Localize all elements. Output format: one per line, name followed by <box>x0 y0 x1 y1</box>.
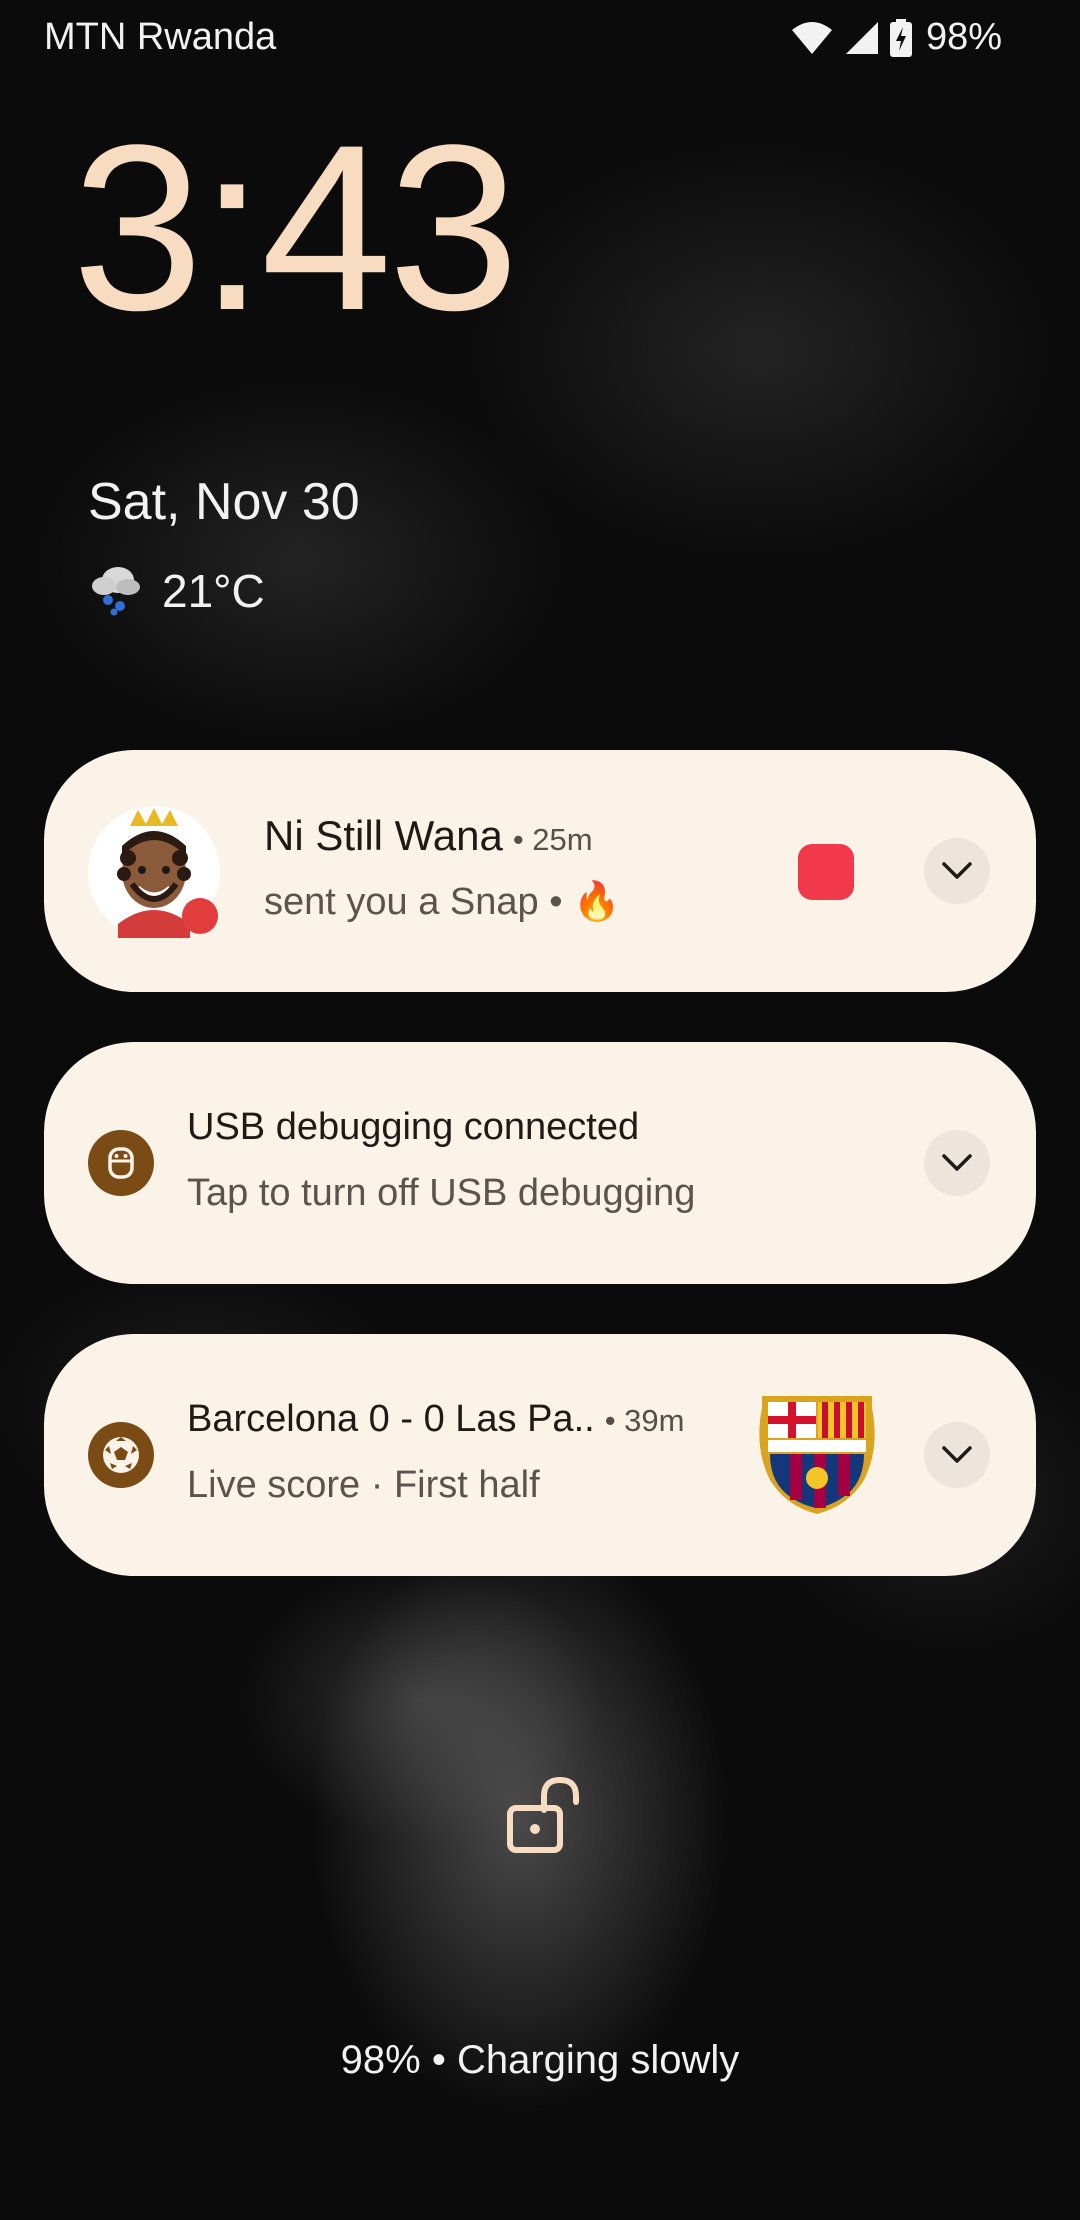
notification-title: USB debugging connected <box>187 1106 640 1148</box>
notification-snapchat[interactable]: Ni Still Wana • 25m sent you a Snap • 🔥 <box>44 750 1036 992</box>
chevron-down-icon <box>942 1154 972 1171</box>
notification-title: Barcelona 0 - 0 Las Pa.. <box>187 1398 595 1440</box>
soccer-ball-icon <box>88 1422 154 1488</box>
signal-icon <box>844 20 880 56</box>
expand-button[interactable] <box>924 1130 990 1196</box>
chevron-down-icon <box>942 862 972 879</box>
notification-text: sent you a Snap • 🔥 <box>264 881 621 923</box>
charging-status: 98% • Charging slowly <box>340 2038 740 2082</box>
rain-cloud-icon <box>88 560 144 621</box>
carrier-name: MTN Rwanda <box>44 16 277 58</box>
wifi-icon <box>790 20 834 56</box>
fc-barcelona-crest <box>752 1388 882 1518</box>
status-icons: 98% <box>790 16 1002 59</box>
notification-text: Tap to turn off USB debugging <box>187 1172 696 1214</box>
expand-button[interactable] <box>924 1422 990 1488</box>
notification-usb-debugging[interactable]: USB debugging connected Tap to turn off … <box>44 1042 1036 1284</box>
notification-title: Ni Still Wana <box>264 812 503 859</box>
unlocked-padlock-icon[interactable] <box>506 1776 586 1856</box>
snap-indicator-icon <box>798 844 854 900</box>
notification-header: Ni Still Wana • 25m <box>264 812 593 860</box>
notification-time: • 25m <box>512 822 593 857</box>
weather-temperature: 21°C <box>162 564 265 617</box>
notification-live-score[interactable]: Barcelona 0 - 0 Las Pa.. • 39m Live scor… <box>44 1334 1036 1576</box>
snapchat-badge-icon <box>182 898 218 934</box>
notification-text: Live score · First half <box>187 1464 540 1506</box>
notification-header: Barcelona 0 - 0 Las Pa.. • 39m <box>187 1398 684 1441</box>
battery-charging-icon <box>889 18 912 57</box>
battery-percentage: 98% <box>925 16 1002 58</box>
notification-header: USB debugging connected <box>187 1106 639 1149</box>
lock-clock: 3:43 <box>72 96 519 360</box>
notification-time: • 39m <box>604 1403 685 1438</box>
chevron-down-icon <box>942 1446 972 1463</box>
expand-button[interactable] <box>924 838 990 904</box>
weather-widget[interactable]: 21°C <box>88 560 265 621</box>
usb-debug-icon <box>88 1130 154 1196</box>
lock-date[interactable]: Sat, Nov 30 <box>88 472 360 532</box>
status-bar: MTN Rwanda 98% <box>0 0 1080 80</box>
